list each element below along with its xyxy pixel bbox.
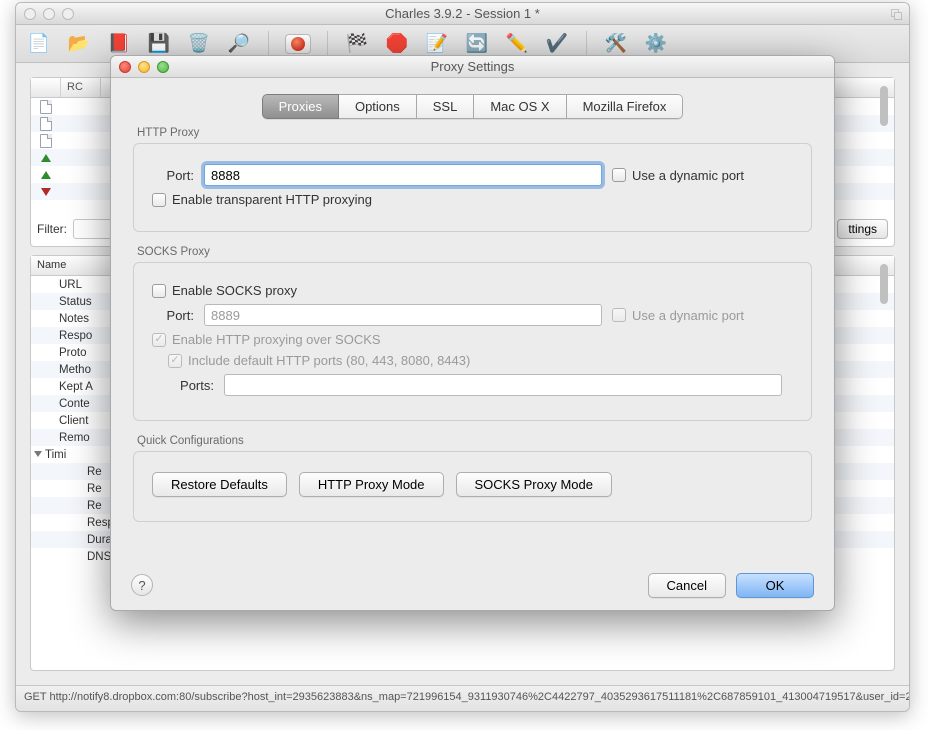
doc-icon bbox=[40, 117, 52, 131]
socks-include-checkbox: Include default HTTP ports (80, 443, 808… bbox=[168, 353, 470, 368]
socks-dynamic-port-label: Use a dynamic port bbox=[632, 308, 744, 323]
new-session-icon[interactable]: 📄 bbox=[26, 31, 52, 57]
col-rc[interactable]: RC bbox=[61, 78, 101, 97]
repeat-icon[interactable]: 🔄 bbox=[464, 31, 490, 57]
main-titlebar[interactable]: Charles 3.9.2 - Session 1 * bbox=[16, 3, 909, 25]
socks-enable-label: Enable SOCKS proxy bbox=[172, 283, 297, 298]
doc-icon bbox=[40, 134, 52, 148]
upload-icon bbox=[41, 171, 51, 179]
http-dynamic-port-checkbox[interactable]: Use a dynamic port bbox=[612, 168, 744, 183]
save-icon[interactable]: 💾 bbox=[146, 31, 172, 57]
close-window-icon[interactable] bbox=[24, 8, 36, 20]
dialog-titlebar[interactable]: Proxy Settings bbox=[111, 56, 834, 78]
open-folder-icon[interactable]: 📂 bbox=[66, 31, 92, 57]
breakpoints-icon[interactable]: 🛑 bbox=[384, 31, 410, 57]
doc-icon bbox=[40, 100, 52, 114]
validate-icon[interactable]: ✔️ bbox=[544, 31, 570, 57]
socks-port-label: Port: bbox=[152, 308, 194, 323]
tab-mozilla-firefox[interactable]: Mozilla Firefox bbox=[567, 94, 684, 119]
checkbox-checked-icon bbox=[168, 354, 182, 368]
download-icon bbox=[41, 188, 51, 196]
socks-dynamic-port-checkbox: Use a dynamic port bbox=[612, 308, 744, 323]
minimize-dialog-icon[interactable] bbox=[138, 61, 150, 73]
checkbox-icon bbox=[152, 284, 166, 298]
upload-icon bbox=[41, 154, 51, 162]
socks-http-over-label: Enable HTTP proxying over SOCKS bbox=[172, 332, 381, 347]
dialog-footer: ? Cancel OK bbox=[111, 560, 834, 610]
http-proxy-mode-button[interactable]: HTTP Proxy Mode bbox=[299, 472, 444, 497]
http-proxy-legend: HTTP Proxy bbox=[137, 127, 808, 139]
restore-defaults-button[interactable]: Restore Defaults bbox=[152, 472, 287, 497]
checkbox-checked-icon bbox=[152, 333, 166, 347]
record-icon bbox=[291, 37, 305, 51]
help-button[interactable]: ? bbox=[131, 574, 153, 596]
dialog-tabs: ProxiesOptionsSSLMac OS XMozilla Firefox bbox=[111, 94, 834, 119]
record-button[interactable] bbox=[285, 34, 311, 54]
checkbox-icon bbox=[612, 308, 626, 322]
zoom-dialog-icon[interactable] bbox=[157, 61, 169, 73]
quick-config-legend: Quick Configurations bbox=[137, 435, 808, 447]
socks-enable-checkbox[interactable]: Enable SOCKS proxy bbox=[152, 283, 297, 298]
dialog-title: Proxy Settings bbox=[111, 59, 834, 74]
tab-options[interactable]: Options bbox=[339, 94, 417, 119]
minimize-window-icon[interactable] bbox=[43, 8, 55, 20]
http-dynamic-port-label: Use a dynamic port bbox=[632, 168, 744, 183]
details-scrollbar[interactable] bbox=[877, 262, 891, 640]
http-port-input[interactable] bbox=[204, 164, 602, 186]
socks-ports-label: Ports: bbox=[168, 378, 214, 393]
disclosure-triangle-icon bbox=[34, 451, 42, 457]
http-transparent-checkbox[interactable]: Enable transparent HTTP proxying bbox=[152, 192, 372, 207]
cancel-button[interactable]: Cancel bbox=[648, 573, 726, 598]
settings-button[interactable]: ttings bbox=[837, 219, 888, 239]
socks-proxy-group: Enable SOCKS proxy Port: Use a dynamic p… bbox=[133, 262, 812, 421]
tab-ssl[interactable]: SSL bbox=[417, 94, 475, 119]
settings-gear-icon[interactable]: ⚙️ bbox=[643, 31, 669, 57]
socks-ports-input bbox=[224, 374, 782, 396]
zoom-window-icon[interactable] bbox=[62, 8, 74, 20]
quick-config-group: Restore Defaults HTTP Proxy Mode SOCKS P… bbox=[133, 451, 812, 522]
edit-icon[interactable]: ✏️ bbox=[504, 31, 530, 57]
http-proxy-group: Port: Use a dynamic port Enable transpar… bbox=[133, 143, 812, 232]
socks-proxy-mode-button[interactable]: SOCKS Proxy Mode bbox=[456, 472, 613, 497]
http-port-label: Port: bbox=[152, 168, 194, 183]
checkbox-icon bbox=[612, 168, 626, 182]
tab-mac-os-x[interactable]: Mac OS X bbox=[474, 94, 566, 119]
close-session-icon[interactable]: 📕 bbox=[106, 31, 132, 57]
requests-scrollbar[interactable] bbox=[877, 84, 891, 216]
socks-port-input bbox=[204, 304, 602, 326]
close-dialog-icon[interactable] bbox=[119, 61, 131, 73]
socks-include-label: Include default HTTP ports (80, 443, 808… bbox=[188, 353, 470, 368]
proxy-settings-dialog: Proxy Settings ProxiesOptionsSSLMac OS X… bbox=[110, 55, 835, 611]
throttle-icon[interactable]: 🏁 bbox=[344, 31, 370, 57]
socks-http-over-checkbox: Enable HTTP proxying over SOCKS bbox=[152, 332, 381, 347]
compose-icon[interactable]: 📝 bbox=[424, 31, 450, 57]
http-transparent-label: Enable transparent HTTP proxying bbox=[172, 192, 372, 207]
statusbar: GET http://notify8.dropbox.com:80/subscr… bbox=[16, 685, 909, 711]
socks-proxy-legend: SOCKS Proxy bbox=[137, 246, 808, 258]
main-title: Charles 3.9.2 - Session 1 * bbox=[16, 6, 909, 21]
expand-window-icon[interactable] bbox=[889, 7, 903, 21]
filter-label: Filter: bbox=[37, 222, 67, 236]
find-icon[interactable]: 🔎 bbox=[226, 31, 252, 57]
tab-proxies[interactable]: Proxies bbox=[262, 94, 339, 119]
tools-icon[interactable]: 🛠️ bbox=[603, 31, 629, 57]
ok-button[interactable]: OK bbox=[736, 573, 814, 598]
trash-icon[interactable]: 🗑️ bbox=[186, 31, 212, 57]
checkbox-icon bbox=[152, 193, 166, 207]
